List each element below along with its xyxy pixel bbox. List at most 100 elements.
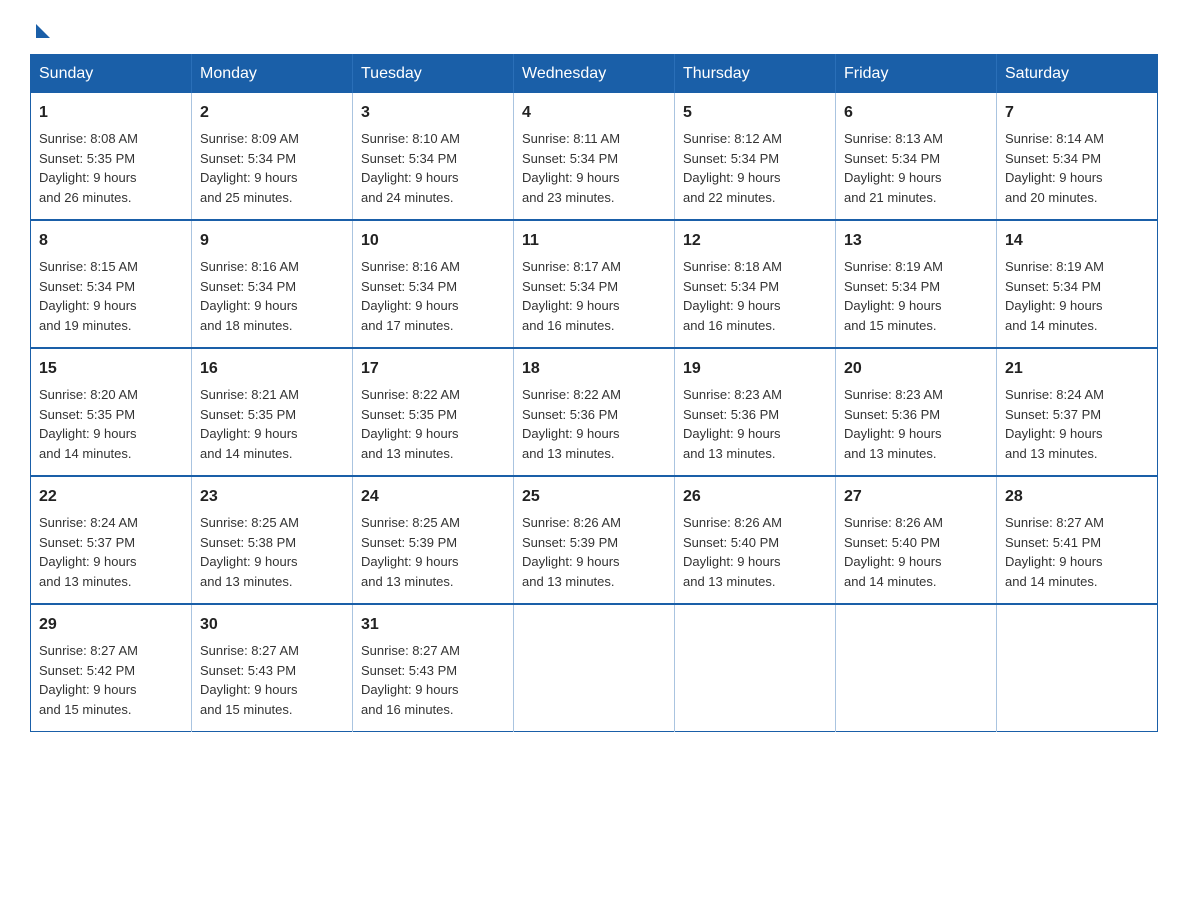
calendar-header-friday: Friday bbox=[836, 55, 997, 94]
calendar-cell: 15 Sunrise: 8:20 AMSunset: 5:35 PMDaylig… bbox=[31, 348, 192, 476]
calendar-header-saturday: Saturday bbox=[997, 55, 1158, 94]
day-number: 8 bbox=[39, 229, 183, 253]
day-info: Sunrise: 8:15 AMSunset: 5:34 PMDaylight:… bbox=[39, 259, 138, 333]
calendar-cell: 21 Sunrise: 8:24 AMSunset: 5:37 PMDaylig… bbox=[997, 348, 1158, 476]
calendar-cell: 23 Sunrise: 8:25 AMSunset: 5:38 PMDaylig… bbox=[192, 476, 353, 604]
day-info: Sunrise: 8:27 AMSunset: 5:43 PMDaylight:… bbox=[200, 643, 299, 717]
calendar-cell: 10 Sunrise: 8:16 AMSunset: 5:34 PMDaylig… bbox=[353, 220, 514, 348]
day-info: Sunrise: 8:23 AMSunset: 5:36 PMDaylight:… bbox=[683, 387, 782, 461]
day-info: Sunrise: 8:16 AMSunset: 5:34 PMDaylight:… bbox=[200, 259, 299, 333]
calendar-week-row: 8 Sunrise: 8:15 AMSunset: 5:34 PMDayligh… bbox=[31, 220, 1158, 348]
calendar-cell: 28 Sunrise: 8:27 AMSunset: 5:41 PMDaylig… bbox=[997, 476, 1158, 604]
day-number: 19 bbox=[683, 357, 827, 381]
calendar-header-wednesday: Wednesday bbox=[514, 55, 675, 94]
day-number: 29 bbox=[39, 613, 183, 637]
calendar-cell: 13 Sunrise: 8:19 AMSunset: 5:34 PMDaylig… bbox=[836, 220, 997, 348]
calendar-cell: 19 Sunrise: 8:23 AMSunset: 5:36 PMDaylig… bbox=[675, 348, 836, 476]
calendar-cell: 22 Sunrise: 8:24 AMSunset: 5:37 PMDaylig… bbox=[31, 476, 192, 604]
day-number: 5 bbox=[683, 101, 827, 125]
day-info: Sunrise: 8:24 AMSunset: 5:37 PMDaylight:… bbox=[1005, 387, 1104, 461]
day-number: 17 bbox=[361, 357, 505, 381]
day-info: Sunrise: 8:20 AMSunset: 5:35 PMDaylight:… bbox=[39, 387, 138, 461]
day-info: Sunrise: 8:24 AMSunset: 5:37 PMDaylight:… bbox=[39, 515, 138, 589]
day-info: Sunrise: 8:09 AMSunset: 5:34 PMDaylight:… bbox=[200, 131, 299, 205]
day-number: 12 bbox=[683, 229, 827, 253]
day-number: 31 bbox=[361, 613, 505, 637]
calendar-cell bbox=[836, 604, 997, 732]
day-number: 13 bbox=[844, 229, 988, 253]
day-info: Sunrise: 8:27 AMSunset: 5:41 PMDaylight:… bbox=[1005, 515, 1104, 589]
day-number: 22 bbox=[39, 485, 183, 509]
calendar-header-row: SundayMondayTuesdayWednesdayThursdayFrid… bbox=[31, 55, 1158, 94]
calendar-header-monday: Monday bbox=[192, 55, 353, 94]
day-number: 28 bbox=[1005, 485, 1149, 509]
calendar-cell bbox=[997, 604, 1158, 732]
calendar-cell: 27 Sunrise: 8:26 AMSunset: 5:40 PMDaylig… bbox=[836, 476, 997, 604]
page-header bbox=[30, 20, 1158, 34]
day-info: Sunrise: 8:26 AMSunset: 5:39 PMDaylight:… bbox=[522, 515, 621, 589]
calendar-cell: 2 Sunrise: 8:09 AMSunset: 5:34 PMDayligh… bbox=[192, 93, 353, 220]
calendar-cell: 18 Sunrise: 8:22 AMSunset: 5:36 PMDaylig… bbox=[514, 348, 675, 476]
day-info: Sunrise: 8:10 AMSunset: 5:34 PMDaylight:… bbox=[361, 131, 460, 205]
calendar-cell: 7 Sunrise: 8:14 AMSunset: 5:34 PMDayligh… bbox=[997, 93, 1158, 220]
calendar-cell: 4 Sunrise: 8:11 AMSunset: 5:34 PMDayligh… bbox=[514, 93, 675, 220]
calendar-cell: 8 Sunrise: 8:15 AMSunset: 5:34 PMDayligh… bbox=[31, 220, 192, 348]
calendar-cell: 26 Sunrise: 8:26 AMSunset: 5:40 PMDaylig… bbox=[675, 476, 836, 604]
day-info: Sunrise: 8:27 AMSunset: 5:42 PMDaylight:… bbox=[39, 643, 138, 717]
calendar-cell: 16 Sunrise: 8:21 AMSunset: 5:35 PMDaylig… bbox=[192, 348, 353, 476]
day-info: Sunrise: 8:19 AMSunset: 5:34 PMDaylight:… bbox=[1005, 259, 1104, 333]
day-info: Sunrise: 8:22 AMSunset: 5:35 PMDaylight:… bbox=[361, 387, 460, 461]
day-info: Sunrise: 8:18 AMSunset: 5:34 PMDaylight:… bbox=[683, 259, 782, 333]
day-number: 14 bbox=[1005, 229, 1149, 253]
calendar-cell: 12 Sunrise: 8:18 AMSunset: 5:34 PMDaylig… bbox=[675, 220, 836, 348]
calendar-cell: 3 Sunrise: 8:10 AMSunset: 5:34 PMDayligh… bbox=[353, 93, 514, 220]
day-info: Sunrise: 8:17 AMSunset: 5:34 PMDaylight:… bbox=[522, 259, 621, 333]
calendar-cell: 6 Sunrise: 8:13 AMSunset: 5:34 PMDayligh… bbox=[836, 93, 997, 220]
day-info: Sunrise: 8:13 AMSunset: 5:34 PMDaylight:… bbox=[844, 131, 943, 205]
calendar-cell bbox=[514, 604, 675, 732]
day-number: 7 bbox=[1005, 101, 1149, 125]
day-info: Sunrise: 8:23 AMSunset: 5:36 PMDaylight:… bbox=[844, 387, 943, 461]
day-info: Sunrise: 8:22 AMSunset: 5:36 PMDaylight:… bbox=[522, 387, 621, 461]
logo-arrow-icon bbox=[36, 24, 50, 38]
logo-general-text bbox=[30, 20, 50, 38]
calendar-cell: 1 Sunrise: 8:08 AMSunset: 5:35 PMDayligh… bbox=[31, 93, 192, 220]
day-number: 26 bbox=[683, 485, 827, 509]
day-number: 6 bbox=[844, 101, 988, 125]
calendar-week-row: 1 Sunrise: 8:08 AMSunset: 5:35 PMDayligh… bbox=[31, 93, 1158, 220]
calendar-cell: 25 Sunrise: 8:26 AMSunset: 5:39 PMDaylig… bbox=[514, 476, 675, 604]
calendar-cell: 24 Sunrise: 8:25 AMSunset: 5:39 PMDaylig… bbox=[353, 476, 514, 604]
day-info: Sunrise: 8:14 AMSunset: 5:34 PMDaylight:… bbox=[1005, 131, 1104, 205]
day-number: 15 bbox=[39, 357, 183, 381]
calendar-cell: 14 Sunrise: 8:19 AMSunset: 5:34 PMDaylig… bbox=[997, 220, 1158, 348]
calendar-cell: 9 Sunrise: 8:16 AMSunset: 5:34 PMDayligh… bbox=[192, 220, 353, 348]
day-number: 11 bbox=[522, 229, 666, 253]
day-number: 25 bbox=[522, 485, 666, 509]
calendar-header-thursday: Thursday bbox=[675, 55, 836, 94]
day-number: 16 bbox=[200, 357, 344, 381]
day-number: 4 bbox=[522, 101, 666, 125]
day-info: Sunrise: 8:25 AMSunset: 5:38 PMDaylight:… bbox=[200, 515, 299, 589]
calendar-cell: 11 Sunrise: 8:17 AMSunset: 5:34 PMDaylig… bbox=[514, 220, 675, 348]
calendar-cell: 5 Sunrise: 8:12 AMSunset: 5:34 PMDayligh… bbox=[675, 93, 836, 220]
calendar-cell bbox=[675, 604, 836, 732]
calendar-cell: 17 Sunrise: 8:22 AMSunset: 5:35 PMDaylig… bbox=[353, 348, 514, 476]
day-info: Sunrise: 8:26 AMSunset: 5:40 PMDaylight:… bbox=[683, 515, 782, 589]
day-info: Sunrise: 8:27 AMSunset: 5:43 PMDaylight:… bbox=[361, 643, 460, 717]
calendar-week-row: 29 Sunrise: 8:27 AMSunset: 5:42 PMDaylig… bbox=[31, 604, 1158, 732]
day-number: 3 bbox=[361, 101, 505, 125]
calendar-table: SundayMondayTuesdayWednesdayThursdayFrid… bbox=[30, 54, 1158, 732]
day-info: Sunrise: 8:12 AMSunset: 5:34 PMDaylight:… bbox=[683, 131, 782, 205]
day-info: Sunrise: 8:19 AMSunset: 5:34 PMDaylight:… bbox=[844, 259, 943, 333]
calendar-cell: 20 Sunrise: 8:23 AMSunset: 5:36 PMDaylig… bbox=[836, 348, 997, 476]
day-number: 18 bbox=[522, 357, 666, 381]
day-number: 30 bbox=[200, 613, 344, 637]
day-info: Sunrise: 8:25 AMSunset: 5:39 PMDaylight:… bbox=[361, 515, 460, 589]
calendar-cell: 30 Sunrise: 8:27 AMSunset: 5:43 PMDaylig… bbox=[192, 604, 353, 732]
day-number: 10 bbox=[361, 229, 505, 253]
calendar-header-sunday: Sunday bbox=[31, 55, 192, 94]
day-info: Sunrise: 8:08 AMSunset: 5:35 PMDaylight:… bbox=[39, 131, 138, 205]
day-info: Sunrise: 8:16 AMSunset: 5:34 PMDaylight:… bbox=[361, 259, 460, 333]
day-number: 20 bbox=[844, 357, 988, 381]
day-number: 23 bbox=[200, 485, 344, 509]
